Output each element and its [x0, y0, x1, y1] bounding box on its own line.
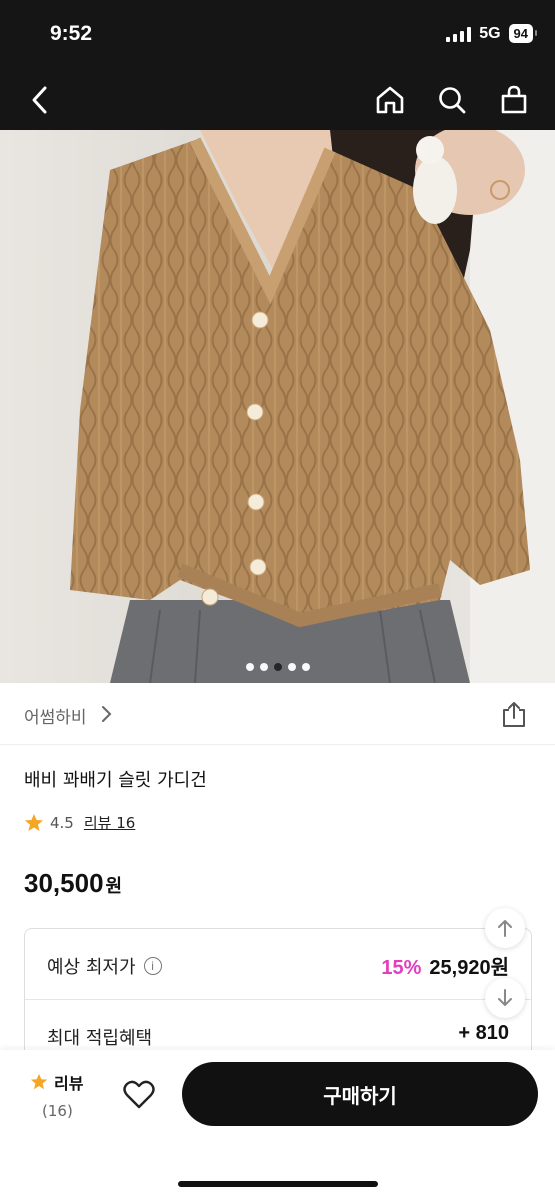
expected-price-value: 15% 25,920원	[381, 951, 509, 980]
expected-lowest-price-row[interactable]: 예상 최저가 i 15% 25,920원	[25, 929, 531, 1000]
back-button[interactable]	[20, 80, 60, 120]
carousel-indicator	[0, 663, 555, 671]
product-title: 배비 꽈배기 슬릿 가디건	[24, 770, 207, 791]
carousel-dot[interactable]	[245, 663, 254, 671]
price-benefit-box: 예상 최저가 i 15% 25,920원 최대 적립혜택 + 810	[24, 928, 532, 1070]
scroll-up-button[interactable]	[485, 908, 525, 948]
arrow-down-icon	[498, 989, 512, 1006]
back-arrow-icon	[32, 86, 47, 114]
heart-icon	[123, 1080, 155, 1109]
status-time: 9:52	[50, 22, 93, 45]
home-indicator	[178, 1181, 378, 1187]
cart-button[interactable]	[494, 80, 534, 120]
points-value: + 810	[458, 1022, 509, 1044]
home-button[interactable]	[370, 80, 410, 120]
battery-icon: 94	[508, 24, 538, 43]
expected-price-label-wrap: 예상 최저가 i	[47, 953, 162, 979]
top-nav-bar	[0, 70, 555, 130]
store-row: 어썸하비	[0, 684, 555, 745]
carousel-dot[interactable]	[301, 663, 310, 671]
price-unit: 원	[105, 876, 123, 896]
points-label: 최대 적립혜택	[47, 1028, 153, 1049]
review-count-link[interactable]: 리뷰 16	[84, 812, 135, 833]
buy-button[interactable]: 구매하기	[182, 1062, 538, 1126]
review-summary-label-wrap: 리뷰	[30, 1070, 83, 1094]
star-icon	[30, 1073, 48, 1090]
discount-rate: 15%	[381, 957, 422, 979]
share-icon	[503, 702, 525, 727]
review-summary-button[interactable]: 리뷰 (16)	[30, 1070, 83, 1120]
share-button[interactable]	[501, 700, 527, 728]
arrow-up-icon	[498, 920, 512, 937]
store-name-link[interactable]: 어썸하비	[24, 703, 87, 728]
carousel-dot[interactable]	[259, 663, 268, 671]
product-rating: 4.5 리뷰 16	[24, 812, 135, 833]
carousel-dot-active[interactable]	[273, 663, 282, 671]
price-amount: 30,500	[24, 868, 104, 898]
scroll-down-button[interactable]	[485, 978, 525, 1018]
product-photo	[0, 130, 555, 683]
expected-price: 25,920원	[429, 957, 509, 979]
chevron-right-icon	[102, 706, 112, 722]
signal-icon	[446, 26, 472, 42]
star-icon	[25, 813, 43, 831]
rating-score: 4.5	[50, 813, 74, 832]
info-icon[interactable]: i	[143, 957, 162, 975]
status-indicators: 5G 94	[446, 24, 538, 43]
product-image-carousel[interactable]	[0, 130, 555, 683]
search-button[interactable]	[432, 80, 472, 120]
carousel-dot[interactable]	[287, 663, 296, 671]
product-price: 30,500 원	[24, 868, 122, 899]
shopping-bag-icon	[501, 85, 527, 114]
review-summary-count: (16)	[42, 1102, 73, 1120]
bottom-action-bar: 리뷰 (16) 구매하기	[0, 1050, 555, 1200]
wishlist-button[interactable]	[122, 1078, 156, 1112]
home-icon	[376, 86, 404, 114]
search-icon	[439, 87, 466, 114]
status-bar: 9:52 5G 94	[0, 0, 555, 70]
expected-price-label: 예상 최저가	[47, 957, 136, 978]
review-summary-label: 리뷰	[54, 1074, 84, 1093]
network-label: 5G	[479, 24, 501, 42]
